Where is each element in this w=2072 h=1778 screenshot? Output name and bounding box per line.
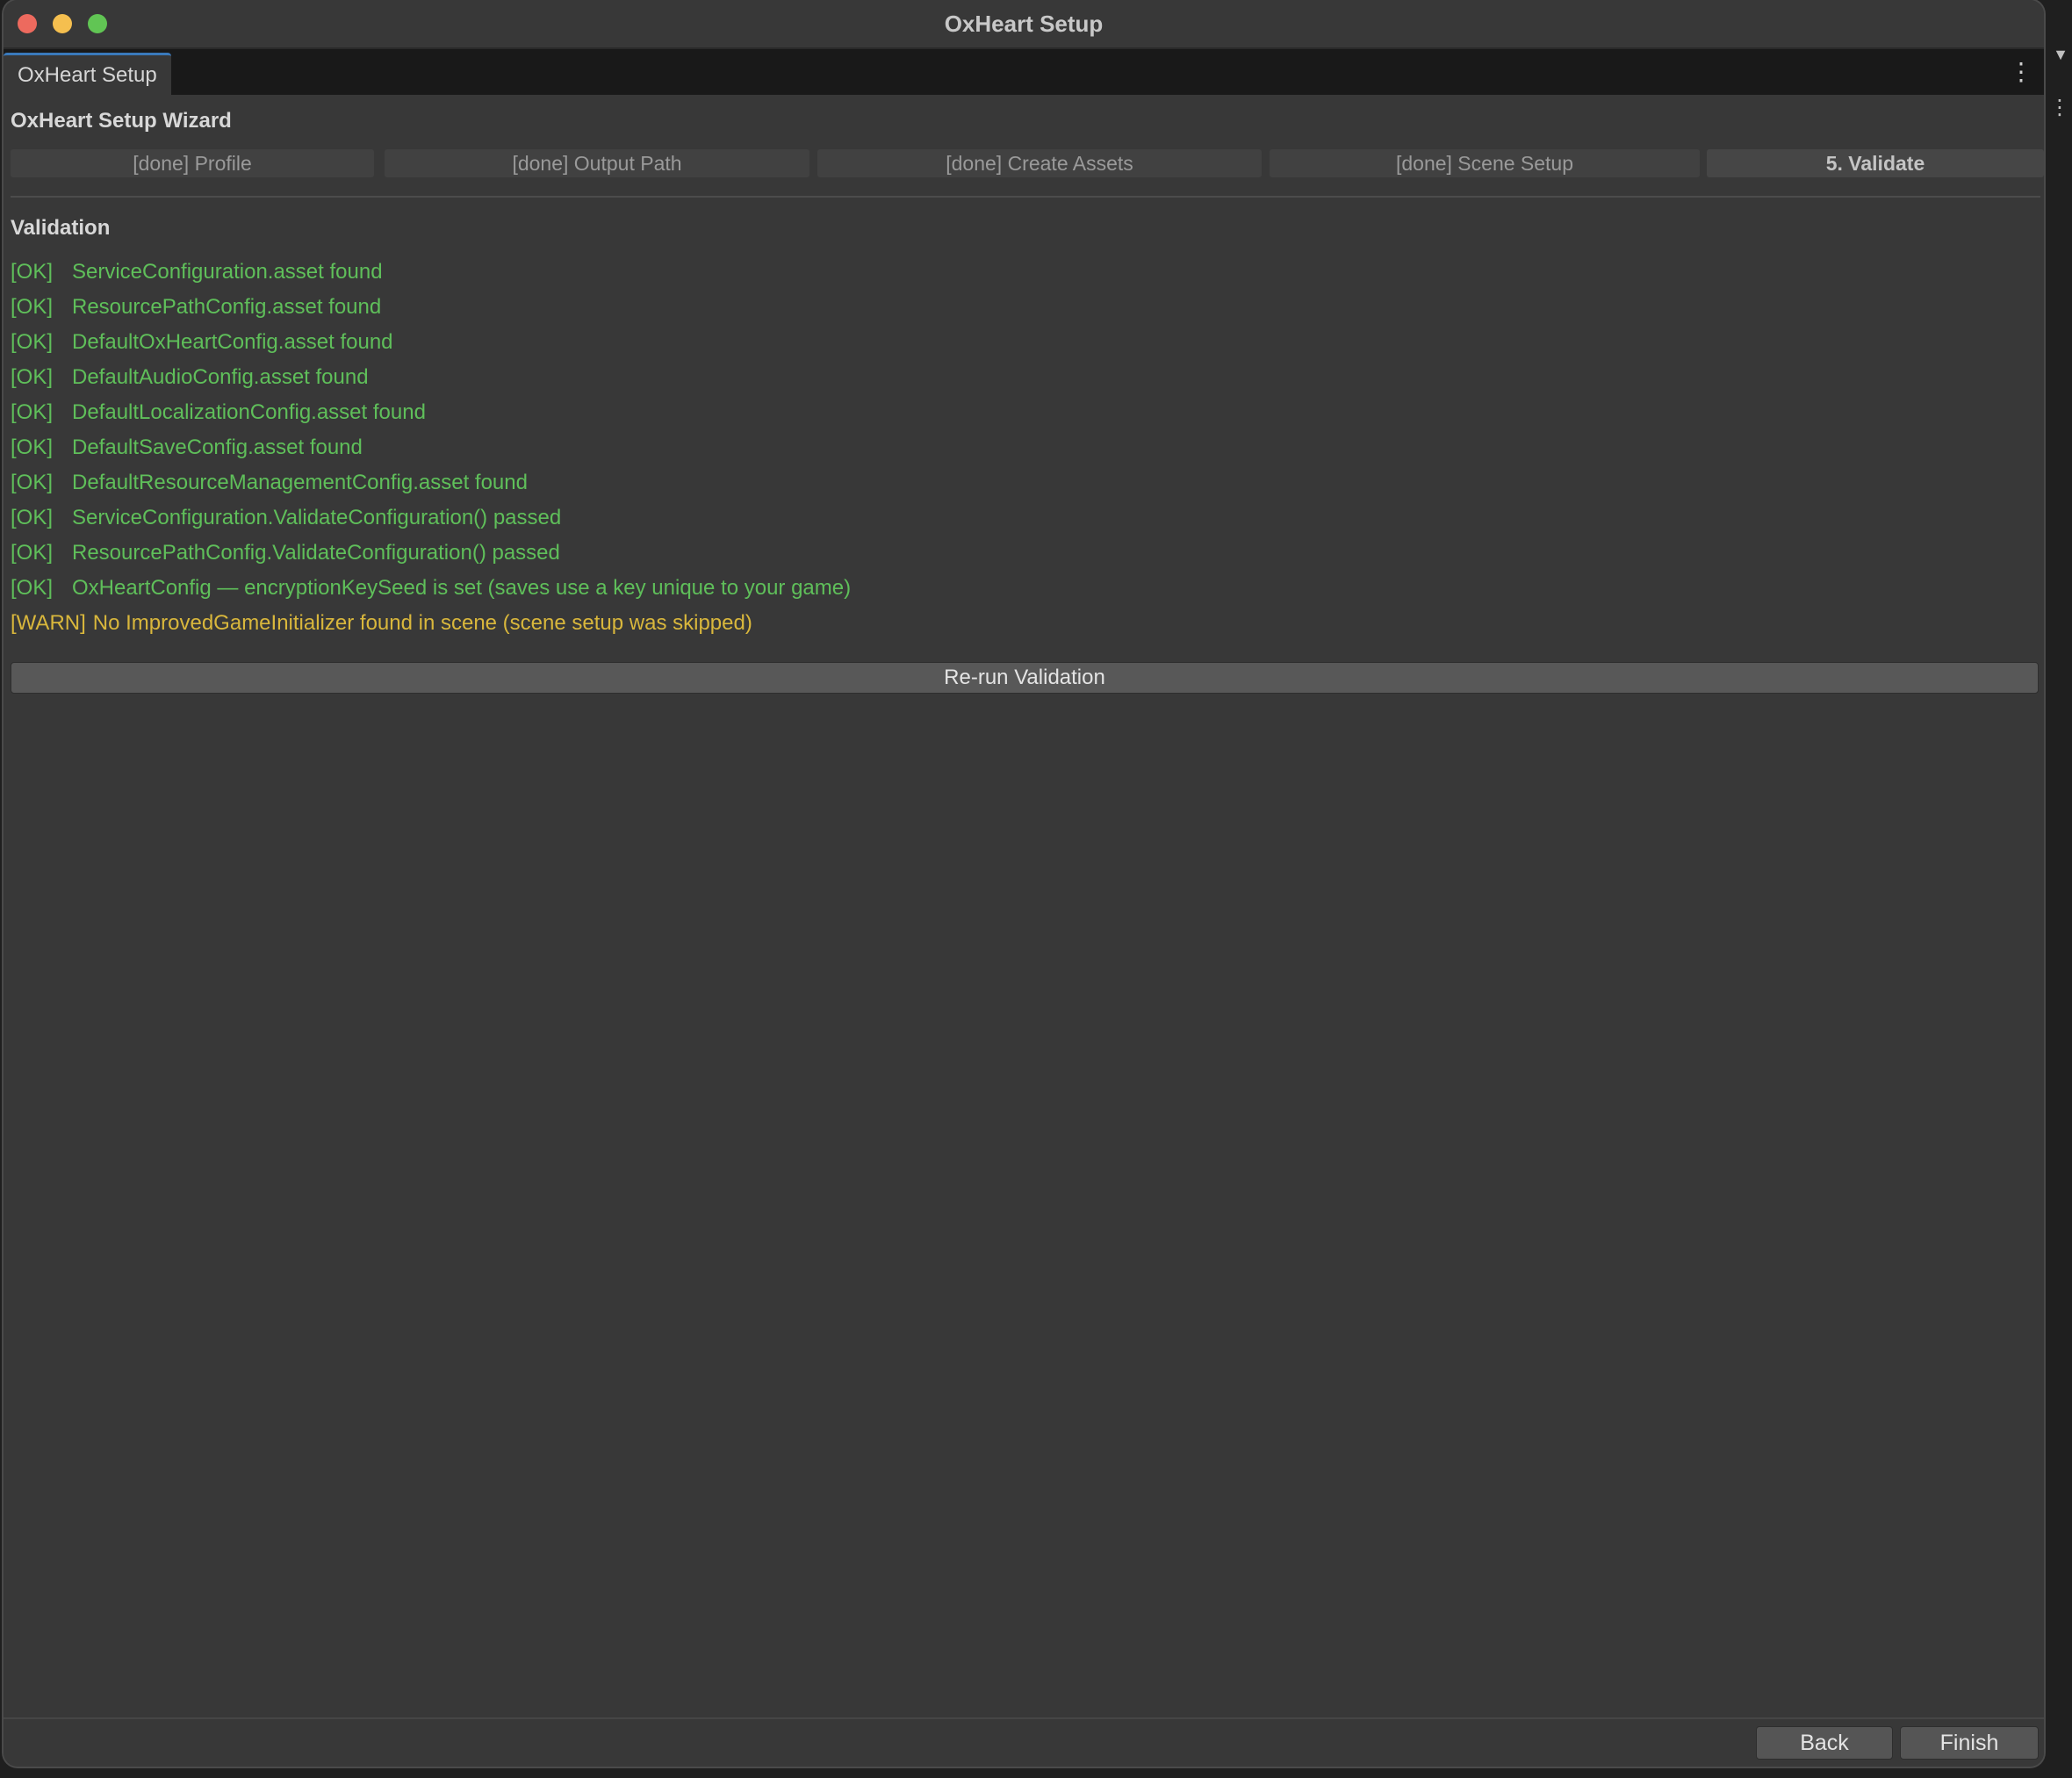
step-output-path[interactable]: [done] Output Path xyxy=(385,149,809,177)
finish-button[interactable]: Finish xyxy=(1900,1726,2039,1760)
tab-menu-icon[interactable]: ⋮ xyxy=(2009,58,2033,86)
result-status: [OK] xyxy=(11,541,54,565)
result-status: [OK] xyxy=(11,400,54,424)
result-status: [OK] xyxy=(11,260,54,284)
back-button[interactable]: Back xyxy=(1756,1726,1893,1760)
title-bar: OxHeart Setup xyxy=(4,0,2044,49)
validation-result: [OK] DefaultLocalizationConfig.asset foun… xyxy=(11,395,851,430)
result-message: DefaultAudioConfig.asset found xyxy=(72,365,369,389)
validation-result: [OK] ResourcePathConfig.ValidateConfigura… xyxy=(11,536,851,571)
result-message: ServiceConfiguration.asset found xyxy=(72,260,383,284)
result-status: [OK] xyxy=(11,471,54,494)
validation-result: [OK] DefaultSaveConfig.asset found xyxy=(11,430,851,465)
step-validate[interactable]: 5. Validate xyxy=(1707,149,2044,177)
rerun-validation-button[interactable]: Re-run Validation xyxy=(11,662,2039,694)
result-status: [OK] xyxy=(11,506,54,529)
result-status: [WARN] xyxy=(11,611,86,635)
validation-result: [OK] DefaultOxHeartConfig.asset found xyxy=(11,325,851,360)
result-message: DefaultSaveConfig.asset found xyxy=(72,436,363,459)
result-message: OxHeartConfig — encryptionKeySeed is set… xyxy=(72,576,852,600)
dropdown-arrow-icon[interactable]: ▼ xyxy=(2053,46,2068,64)
result-status: [OK] xyxy=(11,576,54,600)
more-options-icon[interactable]: ⋮ xyxy=(2049,95,2070,120)
wizard-title: OxHeart Setup Wizard xyxy=(11,109,232,133)
validation-results: [OK] ServiceConfiguration.asset found [OK… xyxy=(11,255,851,641)
result-status: [OK] xyxy=(11,295,54,319)
result-status: [OK] xyxy=(11,330,54,354)
window-title: OxHeart Setup xyxy=(944,11,1104,37)
wizard-footer: Back Finish xyxy=(4,1717,2044,1767)
result-message: ResourcePathConfig.asset found xyxy=(72,295,382,319)
step-scene-setup[interactable]: [done] Scene Setup xyxy=(1270,149,1700,177)
result-message: ServiceConfiguration.ValidateConfigurati… xyxy=(72,506,562,529)
wizard-content: OxHeart Setup Wizard [done] Profile [don… xyxy=(4,95,2044,1719)
result-message: ResourcePathConfig.ValidateConfiguration… xyxy=(72,541,560,565)
result-message: DefaultOxHeartConfig.asset found xyxy=(72,330,393,354)
result-message: No ImprovedGameInitializer found in scen… xyxy=(92,611,752,635)
tab-bar: OxHeart Setup ⋮ xyxy=(4,49,2044,95)
result-message: DefaultResourceManagementConfig.asset fo… xyxy=(72,471,528,494)
validation-result: [OK] ServiceConfiguration.ValidateConfigu… xyxy=(11,500,851,536)
validation-warning: [WARN] No ImprovedGameInitializer found i… xyxy=(11,606,851,641)
result-message: DefaultLocalizationConfig.asset found xyxy=(72,400,426,424)
divider xyxy=(11,196,2040,198)
tab-oxheart-setup[interactable]: OxHeart Setup xyxy=(4,53,171,95)
desktop: { "window": { "title": "OxHeart Setup" }… xyxy=(0,0,2072,1778)
result-status: [OK] xyxy=(11,365,54,389)
validation-result: [OK] OxHeartConfig — encryptionKeySeed is… xyxy=(11,571,851,606)
setup-window: OxHeart Setup OxHeart Setup ⋮ OxHeart Se… xyxy=(4,0,2044,1767)
validation-result: [OK] ResourcePathConfig.asset found xyxy=(11,290,851,325)
step-create-assets[interactable]: [done] Create Assets xyxy=(817,149,1262,177)
result-status: [OK] xyxy=(11,436,54,459)
validation-result: [OK] DefaultResourceManagementConfig.asse… xyxy=(11,465,851,500)
validation-result: [OK] ServiceConfiguration.asset found xyxy=(11,255,851,290)
wizard-steps: [done] Profile [done] Output Path [done]… xyxy=(7,149,2044,177)
validation-result: [OK] DefaultAudioConfig.asset found xyxy=(11,360,851,395)
step-profile[interactable]: [done] Profile xyxy=(11,149,374,177)
validation-title: Validation xyxy=(11,216,111,240)
